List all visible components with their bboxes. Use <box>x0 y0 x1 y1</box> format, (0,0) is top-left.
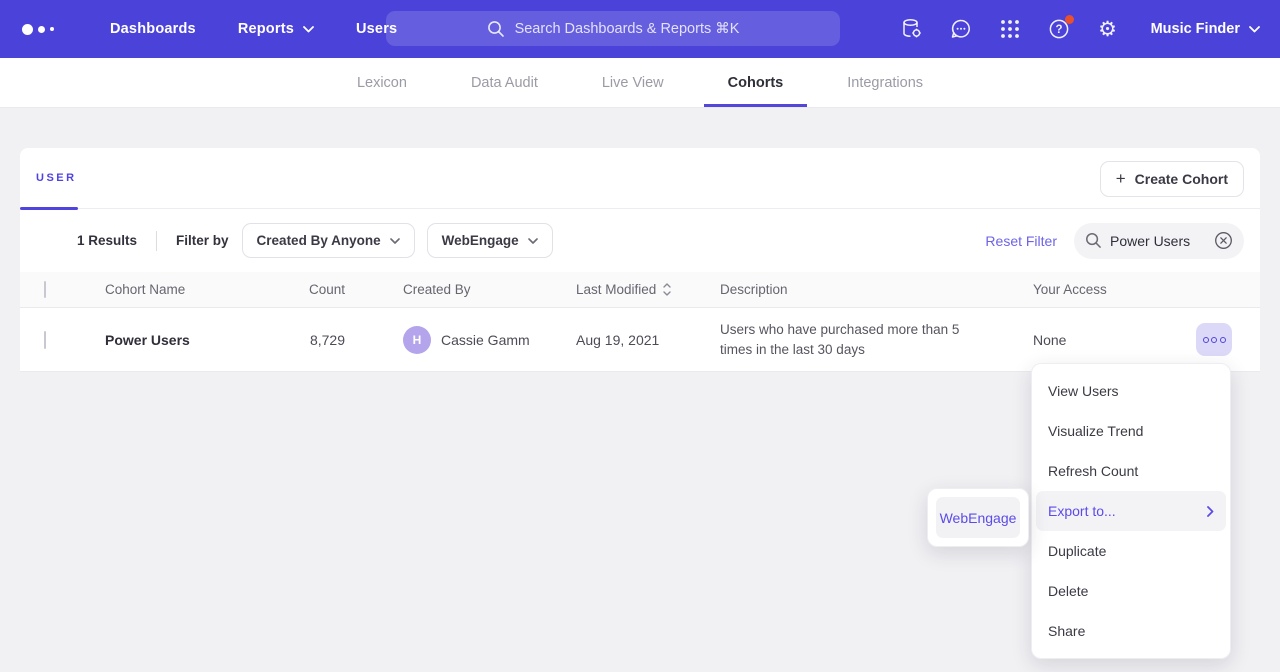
nav-item-label: Dashboards <box>110 21 196 37</box>
nav-item-label: Reports <box>238 21 294 37</box>
table-header: Cohort Name Count Created By Last Modifi… <box>20 272 1260 308</box>
avatar: H <box>403 326 431 354</box>
tab-data-audit[interactable]: Data Audit <box>447 58 562 107</box>
plus-icon: + <box>1116 169 1126 189</box>
chevron-down-icon <box>303 26 314 33</box>
menu-item-share[interactable]: Share <box>1036 611 1226 651</box>
project-name: Music Finder <box>1151 21 1240 37</box>
svg-text:?: ? <box>1055 24 1062 36</box>
sort-icon[interactable] <box>663 283 671 296</box>
active-tab-underline <box>20 207 78 210</box>
filter-row: 1 Results Filter by Created By Anyone We… <box>20 209 1260 272</box>
messages-icon[interactable] <box>949 17 973 41</box>
tab-cohorts[interactable]: Cohorts <box>704 58 808 107</box>
notification-dot <box>1065 15 1074 24</box>
mixpanel-logo[interactable] <box>22 24 54 35</box>
search-icon <box>487 20 505 38</box>
menu-item-delete[interactable]: Delete <box>1036 571 1226 611</box>
row-checkbox[interactable] <box>44 331 46 349</box>
project-selector[interactable]: Music Finder <box>1151 21 1260 37</box>
menu-item-export-to[interactable]: Export to... <box>1036 491 1226 531</box>
chevron-down-icon <box>528 238 538 244</box>
column-header-cohort-name: Cohort Name <box>105 282 305 297</box>
results-count: 1 Results <box>77 233 137 248</box>
tab-live-view[interactable]: Live View <box>578 58 688 107</box>
cohort-search-box <box>1074 223 1244 259</box>
column-header-count: Count <box>305 282 345 297</box>
select-all-checkbox[interactable] <box>44 281 46 298</box>
column-header-your-access: Your Access <box>1013 282 1196 297</box>
row-actions-menu: View Users Visualize Trend Refresh Count… <box>1031 363 1231 659</box>
nav-links: Dashboards Reports Users <box>110 21 397 37</box>
cohort-search-input[interactable] <box>1110 233 1206 249</box>
apps-grid-icon[interactable] <box>998 17 1022 41</box>
chevron-down-icon <box>390 238 400 244</box>
count-cell: 8,729 <box>305 332 345 348</box>
menu-item-refresh-count[interactable]: Refresh Count <box>1036 451 1226 491</box>
created-by-cell: H Cassie Gamm <box>345 326 576 354</box>
created-by-filter-value: Created By Anyone <box>257 233 381 248</box>
panel-header: USER + Create Cohort <box>20 148 1260 209</box>
reset-filter-link[interactable]: Reset Filter <box>985 233 1057 249</box>
last-modified-cell: Aug 19, 2021 <box>576 332 720 348</box>
created-by-filter-dropdown[interactable]: Created By Anyone <box>242 223 415 258</box>
integration-filter-dropdown[interactable]: WebEngage <box>427 223 553 258</box>
create-cohort-button[interactable]: + Create Cohort <box>1100 161 1244 197</box>
menu-item-view-users[interactable]: View Users <box>1036 371 1226 411</box>
submenu-item-webengage[interactable]: WebEngage <box>936 497 1020 538</box>
column-header-created-by: Created By <box>345 282 576 297</box>
column-header-last-modified[interactable]: Last Modified <box>576 282 656 297</box>
integration-filter-value: WebEngage <box>442 233 519 248</box>
global-search-placeholder: Search Dashboards & Reports ⌘K <box>515 21 740 37</box>
help-icon[interactable]: ? <box>1047 17 1071 41</box>
logo-dot <box>50 27 54 31</box>
export-submenu: WebEngage <box>927 488 1029 547</box>
top-nav: Dashboards Reports Users Search Dashboar… <box>0 0 1280 58</box>
ellipsis-icon <box>1220 337 1226 343</box>
description-cell: Users who have purchased more than 5 tim… <box>720 320 1013 359</box>
cohort-name-cell[interactable]: Power Users <box>105 332 305 348</box>
filter-by-label: Filter by <box>176 233 229 248</box>
search-icon <box>1085 232 1102 249</box>
chevron-right-icon <box>1207 506 1214 517</box>
ellipsis-icon <box>1211 337 1217 343</box>
access-cell: None <box>1013 332 1196 348</box>
cohorts-panel: USER + Create Cohort 1 Results Filter by… <box>20 148 1260 372</box>
logo-dot <box>38 26 45 33</box>
menu-item-label: Export to... <box>1048 503 1116 519</box>
chevron-down-icon <box>1249 26 1260 33</box>
section-tabbar: Lexicon Data Audit Live View Cohorts Int… <box>0 58 1280 108</box>
row-actions-button[interactable] <box>1196 323 1232 356</box>
data-management-icon[interactable] <box>900 17 924 41</box>
ellipsis-icon <box>1203 337 1209 343</box>
nav-item-reports[interactable]: Reports <box>238 21 314 37</box>
clear-search-icon[interactable] <box>1214 231 1233 250</box>
column-header-description: Description <box>720 282 1013 297</box>
create-cohort-label: Create Cohort <box>1135 171 1228 187</box>
settings-gear-icon[interactable]: ⚙ <box>1096 17 1120 41</box>
tab-user[interactable]: USER <box>36 172 77 184</box>
global-search-bar[interactable]: Search Dashboards & Reports ⌘K <box>386 11 840 46</box>
nav-item-dashboards[interactable]: Dashboards <box>110 21 196 37</box>
tab-integrations[interactable]: Integrations <box>823 58 947 107</box>
logo-dot <box>22 24 33 35</box>
tab-lexicon[interactable]: Lexicon <box>333 58 431 107</box>
created-by-name: Cassie Gamm <box>441 332 530 348</box>
menu-item-visualize-trend[interactable]: Visualize Trend <box>1036 411 1226 451</box>
divider <box>156 231 157 251</box>
menu-item-duplicate[interactable]: Duplicate <box>1036 531 1226 571</box>
nav-right-cluster: ? ⚙ Music Finder <box>900 0 1260 58</box>
